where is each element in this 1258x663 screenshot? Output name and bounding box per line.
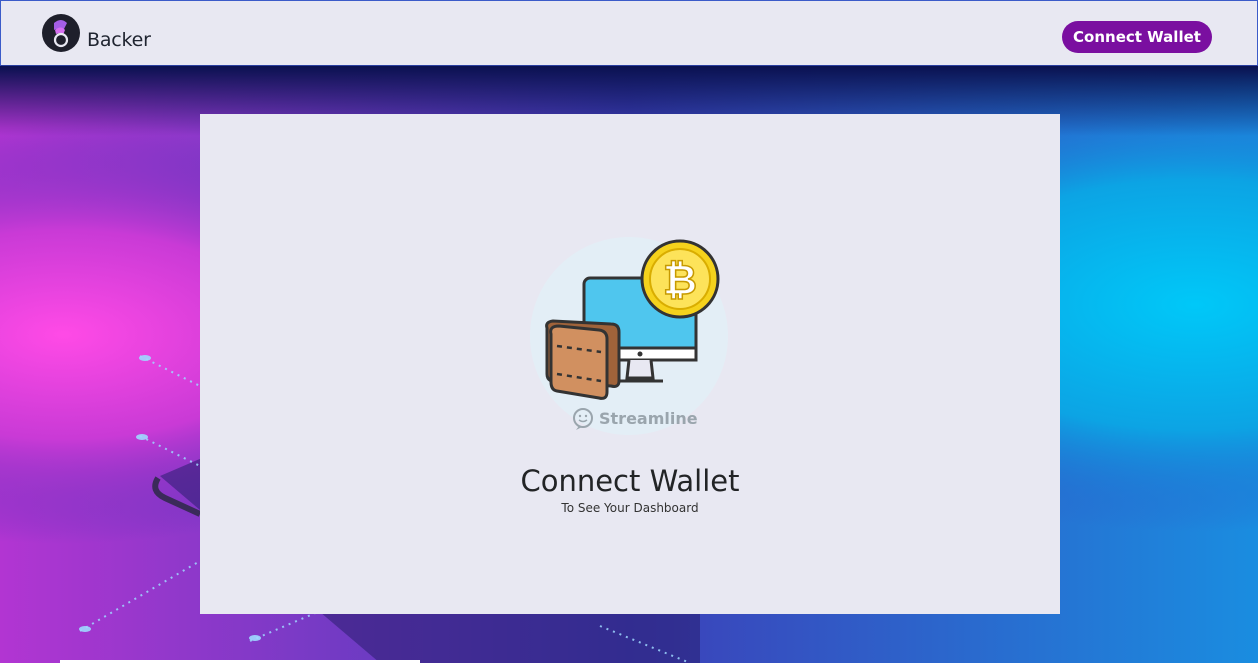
card-title: Connect Wallet: [520, 464, 740, 498]
illustration-caption: Streamline: [599, 409, 698, 428]
connect-wallet-button[interactable]: Connect Wallet: [1062, 21, 1212, 53]
card-subtitle: To See Your Dashboard: [561, 501, 699, 515]
page: Backer Connect Wallet ₿ Streamline Conne…: [0, 0, 1258, 663]
top-navbar: Backer Connect Wallet: [0, 0, 1258, 66]
svg-text:₿: ₿: [663, 255, 697, 304]
wallet-computer-bitcoin-icon: ₿ Streamline: [530, 237, 728, 435]
backer-logo-icon[interactable]: [41, 13, 81, 53]
connect-wallet-card: ₿ Streamline Connect Wallet To See Your …: [200, 114, 1060, 614]
brand-name[interactable]: Backer: [87, 29, 151, 51]
